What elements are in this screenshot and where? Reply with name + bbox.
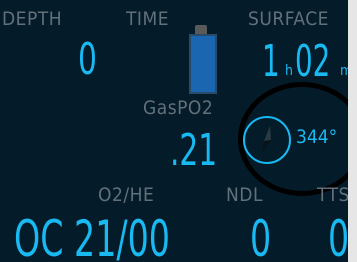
ndl-value: 0 xyxy=(250,210,272,262)
gaspo2-label: GasPO2 xyxy=(143,97,214,119)
tts-value: 0 xyxy=(328,210,348,262)
gaspo2-value: .21 xyxy=(170,125,218,176)
depth-value: 0 xyxy=(78,34,97,85)
surface-hours: 1 xyxy=(262,36,280,87)
surface-label: SURFACE xyxy=(248,8,329,30)
surface-hour-unit: h xyxy=(285,63,293,79)
ndl-label: NDL xyxy=(226,184,263,206)
heading-value: 344° xyxy=(296,126,338,148)
gas-mode-value: OC 21/00 xyxy=(14,210,170,262)
surface-minutes: 02 xyxy=(295,36,331,87)
o2he-label: O2/HE xyxy=(98,184,155,206)
depth-label: DEPTH xyxy=(2,8,63,30)
dive-computer-screen: DEPTH TIME SURFACE 0 1 h 02 m GasPO2 .21… xyxy=(0,0,348,262)
tts-label: TTS xyxy=(317,184,348,206)
battery-level xyxy=(189,34,217,94)
surface-minute-unit: m xyxy=(340,63,348,79)
time-label: TIME xyxy=(126,8,170,30)
compass-needle xyxy=(262,126,271,153)
